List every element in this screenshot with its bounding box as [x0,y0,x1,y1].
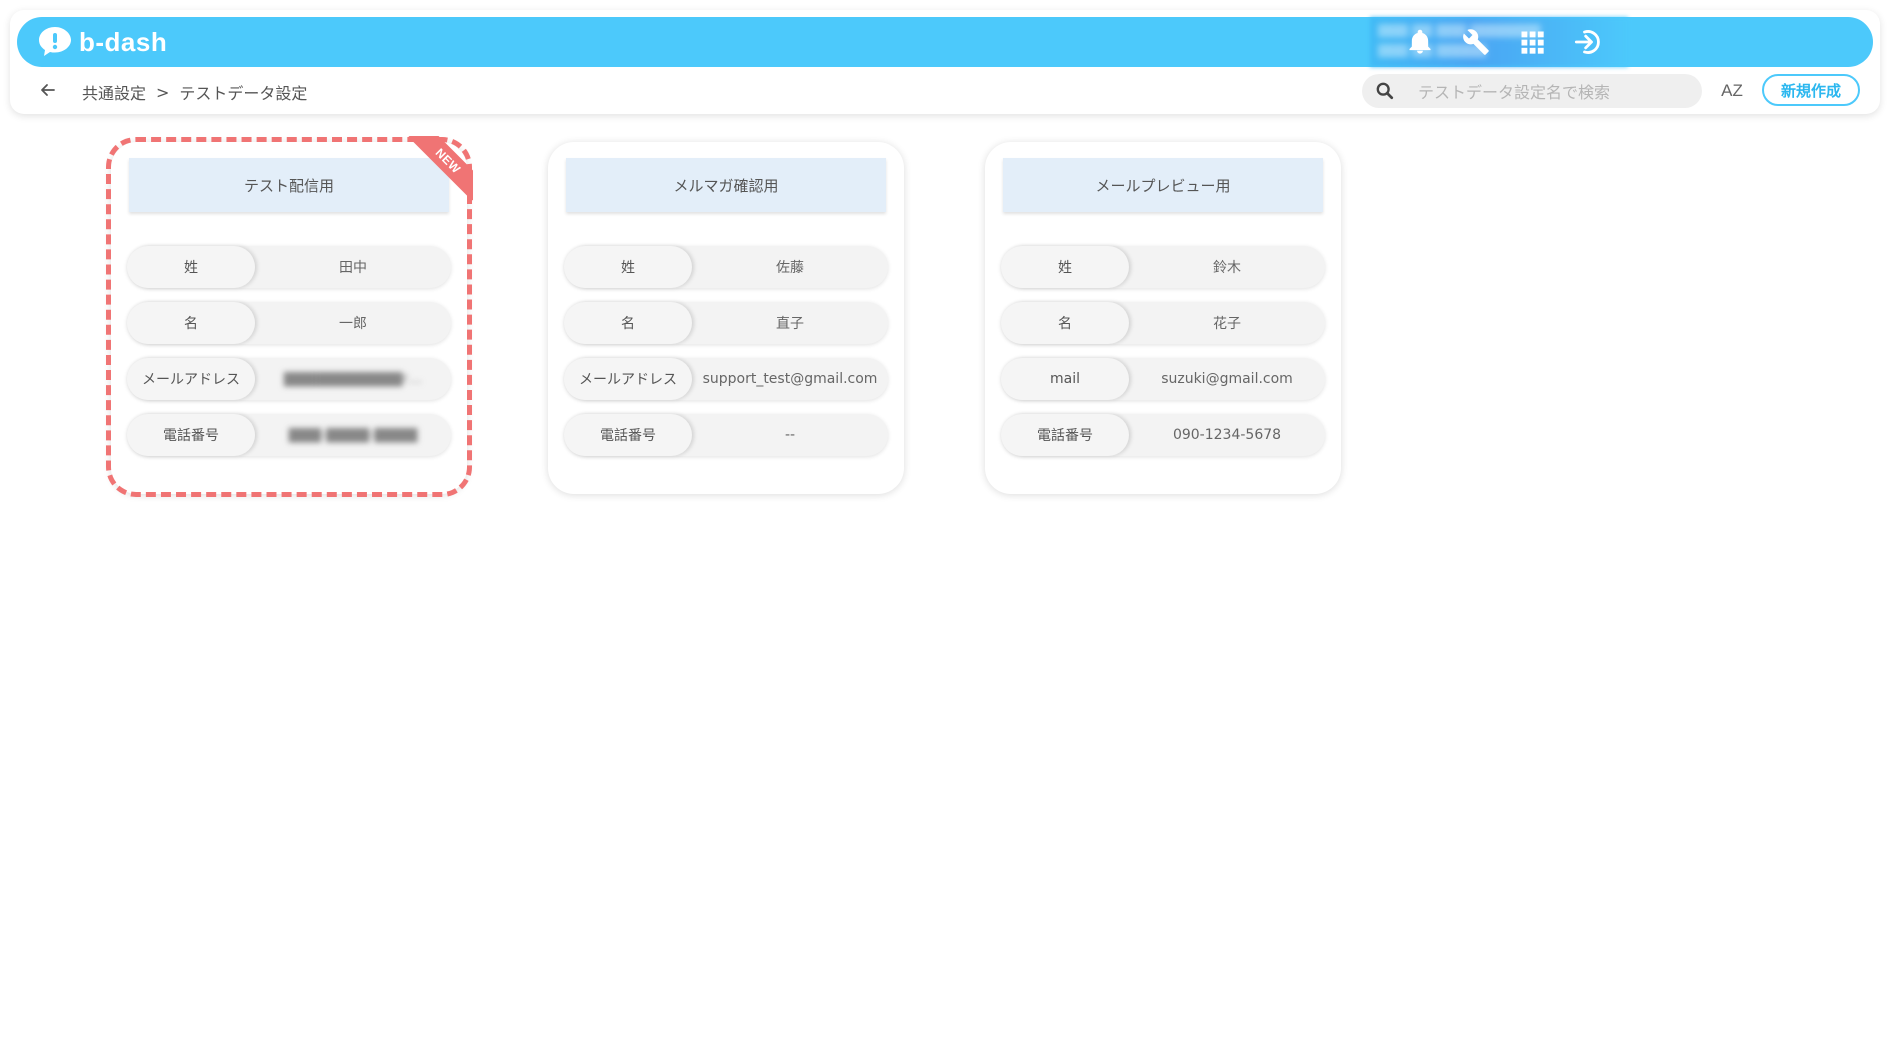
wrench-icon[interactable] [1461,27,1491,57]
logo-bubble-icon [39,27,71,56]
field-row: 姓 田中 [127,246,451,288]
field-label: メールアドレス [127,358,255,400]
field-row: 姓 鈴木 [1001,246,1325,288]
new-badge: NEW [408,136,473,201]
field-value: ▇▇▇▇▇▇▇▇▇▇▇r… [283,371,423,387]
card-title: メルマガ確認用 [566,158,886,212]
field-label: mail [1001,358,1129,400]
field-value: 田中 [339,260,367,276]
field-value: 一郎 [339,316,367,332]
field-label: 名 [564,302,692,344]
card-title: テスト配信用 [129,158,449,212]
field-row: 姓 佐藤 [564,246,888,288]
breadcrumb-item-current: テストデータ設定 [179,84,308,103]
search-box[interactable] [1362,74,1702,110]
logo[interactable]: b-dash [35,24,167,60]
field-row: メールアドレス ▇▇▇▇▇▇▇▇▇▇▇r… [127,358,451,400]
field-value: 直子 [776,316,804,332]
field-label: 電話番号 [564,414,692,456]
field-row: 名 花子 [1001,302,1325,344]
field-value: 鈴木 [1213,260,1241,276]
field-label: 電話番号 [1001,414,1129,456]
sort-az-button[interactable]: AZ [1718,78,1746,104]
field-row: 電話番号 -- [564,414,888,456]
field-row: 名 一郎 [127,302,451,344]
test-data-card[interactable]: テスト配信用 姓 田中 名 一郎 メールアドレス ▇▇▇▇▇▇▇▇▇▇▇r… 電… [111,136,473,494]
field-label: 姓 [564,246,692,288]
test-data-card[interactable]: メールプレビュー用 姓 鈴木 名 花子 mail suzuki@gmail.co… [985,142,1341,494]
top-bar: b-dash ▇▇▇ ▇▇ ▇▇▇ ▇▇▇▇▇▇▇ ▇▇▇ ▇▇ ▇▇▇▇▇ [17,17,1873,67]
field-label: 姓 [127,246,255,288]
field-label: メールアドレス [564,358,692,400]
search-icon [1376,82,1394,100]
field-label: 姓 [1001,246,1129,288]
breadcrumb: 共通設定 > テストデータ設定 [82,80,307,104]
field-value: ▇▇▇-▇▇▇▇-▇▇▇▇ [288,427,418,443]
breadcrumb-separator: > [156,82,170,102]
field-value: support_test@gmail.com [702,371,878,387]
test-data-card[interactable]: メルマガ確認用 姓 佐藤 名 直子 メールアドレス support_test@g… [548,142,904,494]
field-value: 花子 [1213,316,1241,332]
field-label: 電話番号 [127,414,255,456]
new-ribbon: NEW [403,136,473,206]
search-input[interactable] [1416,74,1690,110]
logo-text: b-dash [79,26,168,57]
field-value: 佐藤 [776,260,804,276]
field-value: -- [784,427,796,443]
field-row: mail suzuki@gmail.com [1001,358,1325,400]
field-row: 電話番号 ▇▇▇-▇▇▇▇-▇▇▇▇ [127,414,451,456]
bell-icon[interactable] [1405,27,1435,57]
create-new-button[interactable]: 新規作成 [1762,74,1860,106]
breadcrumb-item-common-settings[interactable]: 共通設定 [82,80,146,104]
back-arrow-icon[interactable] [38,80,58,100]
page: b-dash ▇▇▇ ▇▇ ▇▇▇ ▇▇▇▇▇▇▇ ▇▇▇ ▇▇ ▇▇▇▇▇ 共… [0,0,1890,1063]
field-row: 名 直子 [564,302,888,344]
field-value: suzuki@gmail.com [1161,371,1293,387]
card-title: メールプレビュー用 [1003,158,1323,212]
field-value: 090-1234-5678 [1172,427,1282,443]
apps-grid-icon[interactable] [1517,27,1547,57]
field-label: 名 [127,302,255,344]
field-row: 電話番号 090-1234-5678 [1001,414,1325,456]
logout-icon[interactable] [1573,27,1603,57]
field-label: 名 [1001,302,1129,344]
field-row: メールアドレス support_test@gmail.com [564,358,888,400]
